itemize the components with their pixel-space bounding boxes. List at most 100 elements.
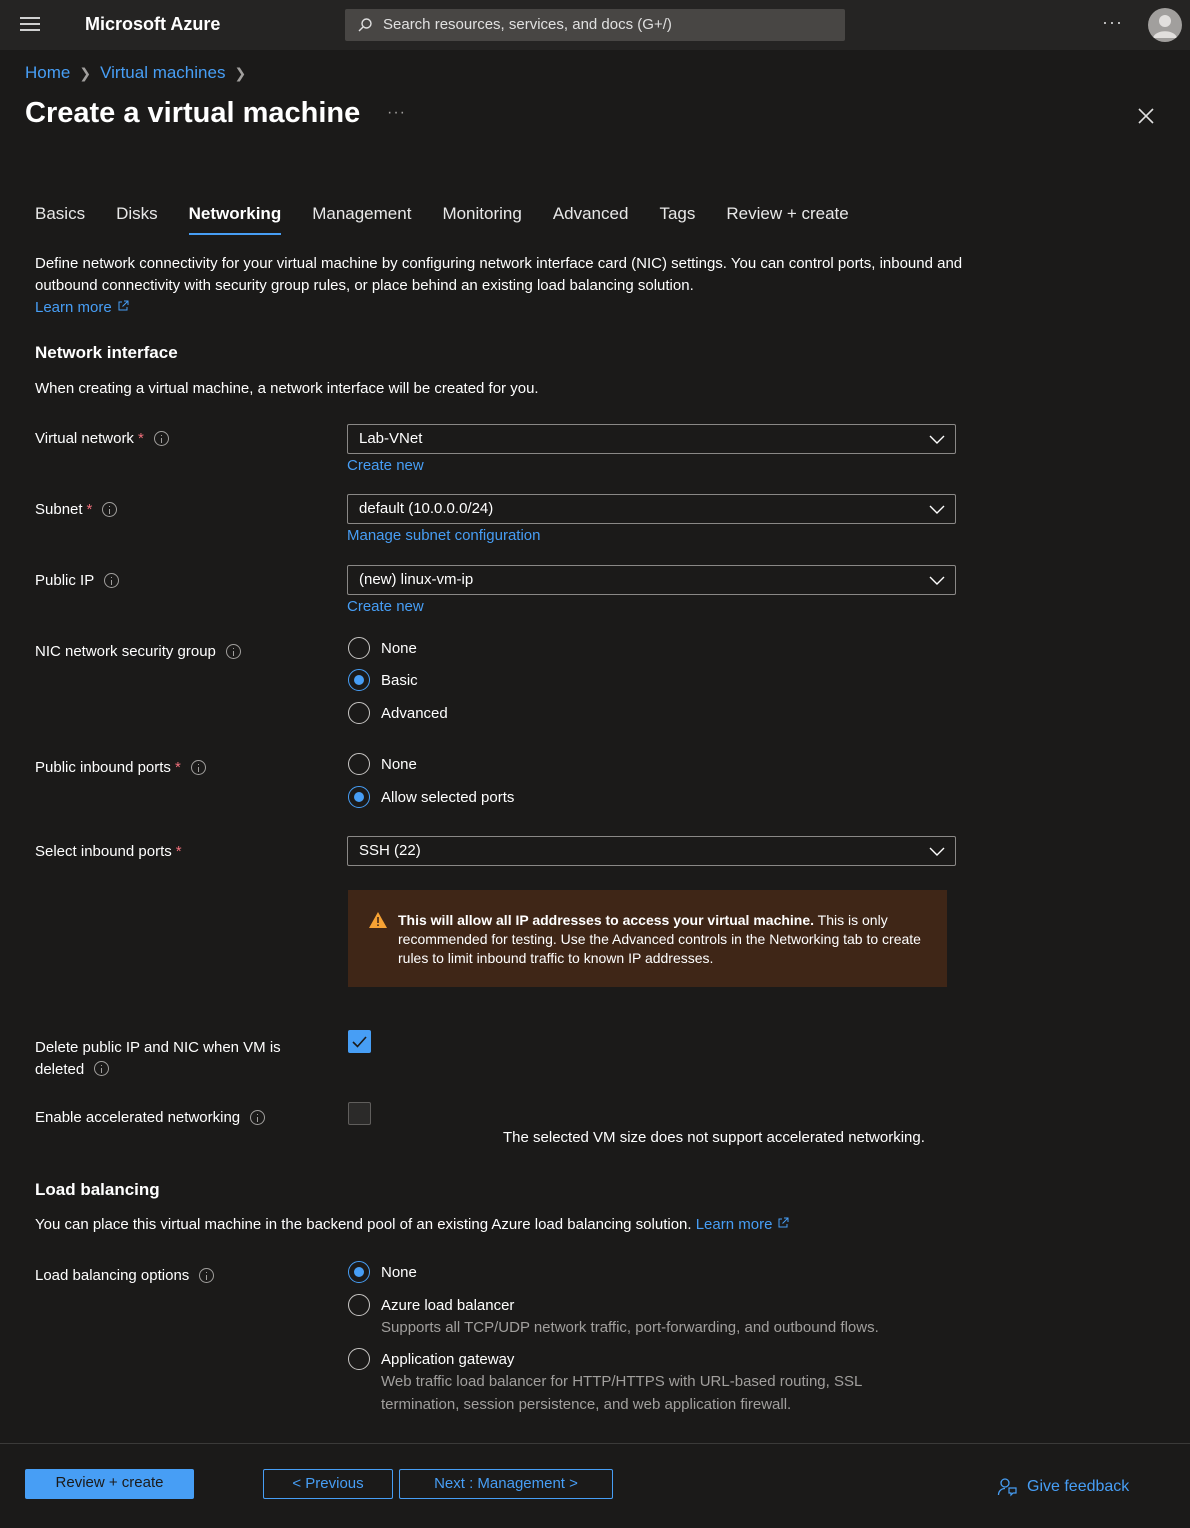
feedback-icon [997,1478,1017,1497]
radio-button[interactable] [348,669,370,691]
virtual-network-value: Lab-VNet [359,430,423,447]
tab-disks[interactable]: Disks [116,204,158,232]
previous-button[interactable]: < Previous [263,1469,393,1499]
page-title: Create a virtual machine [25,97,361,129]
close-icon[interactable] [1136,106,1156,126]
required-marker: * [174,759,181,776]
search-input[interactable]: Search resources, services, and docs (G+… [345,9,845,41]
info-icon[interactable] [250,1110,266,1125]
accelerated-networking-note: The selected VM size does not support ac… [503,1129,925,1146]
network-interface-heading: Network interface [35,343,178,362]
tab-management[interactable]: Management [312,204,411,232]
top-bar: Microsoft Azure Search resources, servic… [0,0,1190,50]
virtual-network-label: Virtual network * [35,430,169,447]
manage-subnet-link[interactable]: Manage subnet configuration [347,527,540,544]
radio-button[interactable] [348,1348,370,1370]
public-ip-label: Public IP [35,572,120,589]
radio-button[interactable] [348,753,370,775]
breadcrumb: Home ❯ Virtual machines ❯ [25,63,255,83]
lb-option-application-gateway-desc: Web traffic load balancer for HTTP/HTTPS… [381,1373,863,1413]
inbound-option-none[interactable]: None [348,753,417,775]
load-balancing-options-label: Load balancing options [35,1267,215,1284]
radio-button[interactable] [348,1261,370,1283]
lb-option-azure-load-balancer[interactable]: Azure load balancer [348,1294,514,1316]
lb-option-none[interactable]: None [348,1261,417,1283]
breadcrumb-virtual-machines[interactable]: Virtual machines [100,63,225,83]
info-icon[interactable] [225,644,241,659]
chevron-down-icon [929,847,945,856]
hamburger-menu-icon[interactable] [20,17,40,33]
subnet-label: Subnet * [35,501,118,518]
load-balancing-learn-more-link[interactable]: Learn more [696,1216,790,1233]
tab-basics[interactable]: Basics [35,204,85,232]
next-management-button[interactable]: Next : Management > [399,1469,613,1499]
tab-monitoring[interactable]: Monitoring [442,204,521,232]
radio-button[interactable] [348,702,370,724]
subnet-value: default (10.0.0.0/24) [359,500,494,517]
avatar[interactable] [1148,8,1182,42]
inbound-option-allow[interactable]: Allow selected ports [348,786,514,808]
radio-button[interactable] [348,1294,370,1316]
intro-description: Define network connectivity for your vir… [35,253,965,319]
nsg-option-advanced[interactable]: Advanced [348,702,448,724]
network-interface-text: When creating a virtual machine, a netwo… [35,380,539,397]
nsg-option-basic[interactable]: Basic [348,669,418,691]
load-balancing-text: You can place this virtual machine in th… [35,1216,789,1233]
footer-divider [0,1443,1190,1444]
brand-title[interactable]: Microsoft Azure [85,14,220,35]
info-icon[interactable] [102,502,118,517]
nsg-option-none[interactable]: None [348,637,417,659]
create-new-vnet-link[interactable]: Create new [347,457,424,474]
public-ip-value: (new) linux-vm-ip [359,571,474,588]
checkmark-icon [352,1036,367,1048]
lb-option-azure-load-balancer-desc: Supports all TCP/UDP network traffic, po… [381,1319,879,1336]
tab-tags[interactable]: Tags [659,204,695,232]
search-placeholder: Search resources, services, and docs (G+… [383,16,672,33]
radio-button[interactable] [348,637,370,659]
chevron-down-icon [929,435,945,444]
warning-bold-text: This will allow all IP addresses to acce… [398,912,815,928]
required-marker: * [86,501,93,518]
create-new-ip-link[interactable]: Create new [347,598,424,615]
chevron-down-icon [929,505,945,514]
chevron-down-icon [929,576,945,585]
select-ports-label: Select inbound ports * [35,843,182,860]
give-feedback-link[interactable]: Give feedback [997,1477,1129,1497]
required-marker: * [175,843,182,860]
select-ports-dropdown[interactable]: SSH (22) [347,836,956,866]
warning-icon [369,912,387,928]
user-icon [1153,15,1177,38]
breadcrumb-home[interactable]: Home [25,63,70,83]
more-options-icon[interactable]: ··· [1102,12,1123,33]
nsg-label: NIC network security group [35,643,241,660]
inbound-ports-label: Public inbound ports * [35,759,206,776]
search-icon [358,18,372,32]
warning-banner: This will allow all IP addresses to acce… [348,890,947,987]
info-icon[interactable] [104,573,120,588]
info-icon[interactable] [153,431,169,446]
external-link-icon [778,1217,789,1228]
radio-button[interactable] [348,786,370,808]
required-marker: * [137,430,144,447]
info-icon[interactable] [199,1268,215,1283]
title-more-icon[interactable]: ··· [387,104,406,122]
intro-text: Define network connectivity for your vir… [35,255,963,294]
review-create-button[interactable]: Review + create [25,1469,194,1499]
load-balancing-heading: Load balancing [35,1180,160,1199]
lb-option-application-gateway[interactable]: Application gateway [348,1348,514,1370]
tab-networking[interactable]: Networking [188,204,281,235]
tab-advanced[interactable]: Advanced [553,204,629,232]
accelerated-networking-label: Enable accelerated networking [35,1109,266,1126]
tab-review-create[interactable]: Review + create [726,204,848,232]
delete-ip-checkbox[interactable] [348,1030,371,1053]
learn-more-link[interactable]: Learn more [35,299,129,316]
virtual-network-dropdown[interactable]: Lab-VNet [347,424,956,454]
delete-ip-label: Delete public IP and NIC when VM is dele… [35,1039,281,1078]
info-icon[interactable] [94,1061,110,1076]
chevron-right-icon: ❯ [79,64,92,81]
subnet-dropdown[interactable]: default (10.0.0.0/24) [347,494,956,524]
info-icon[interactable] [190,760,206,775]
accelerated-networking-checkbox[interactable] [348,1102,371,1125]
public-ip-dropdown[interactable]: (new) linux-vm-ip [347,565,956,595]
select-ports-value: SSH (22) [359,842,421,859]
